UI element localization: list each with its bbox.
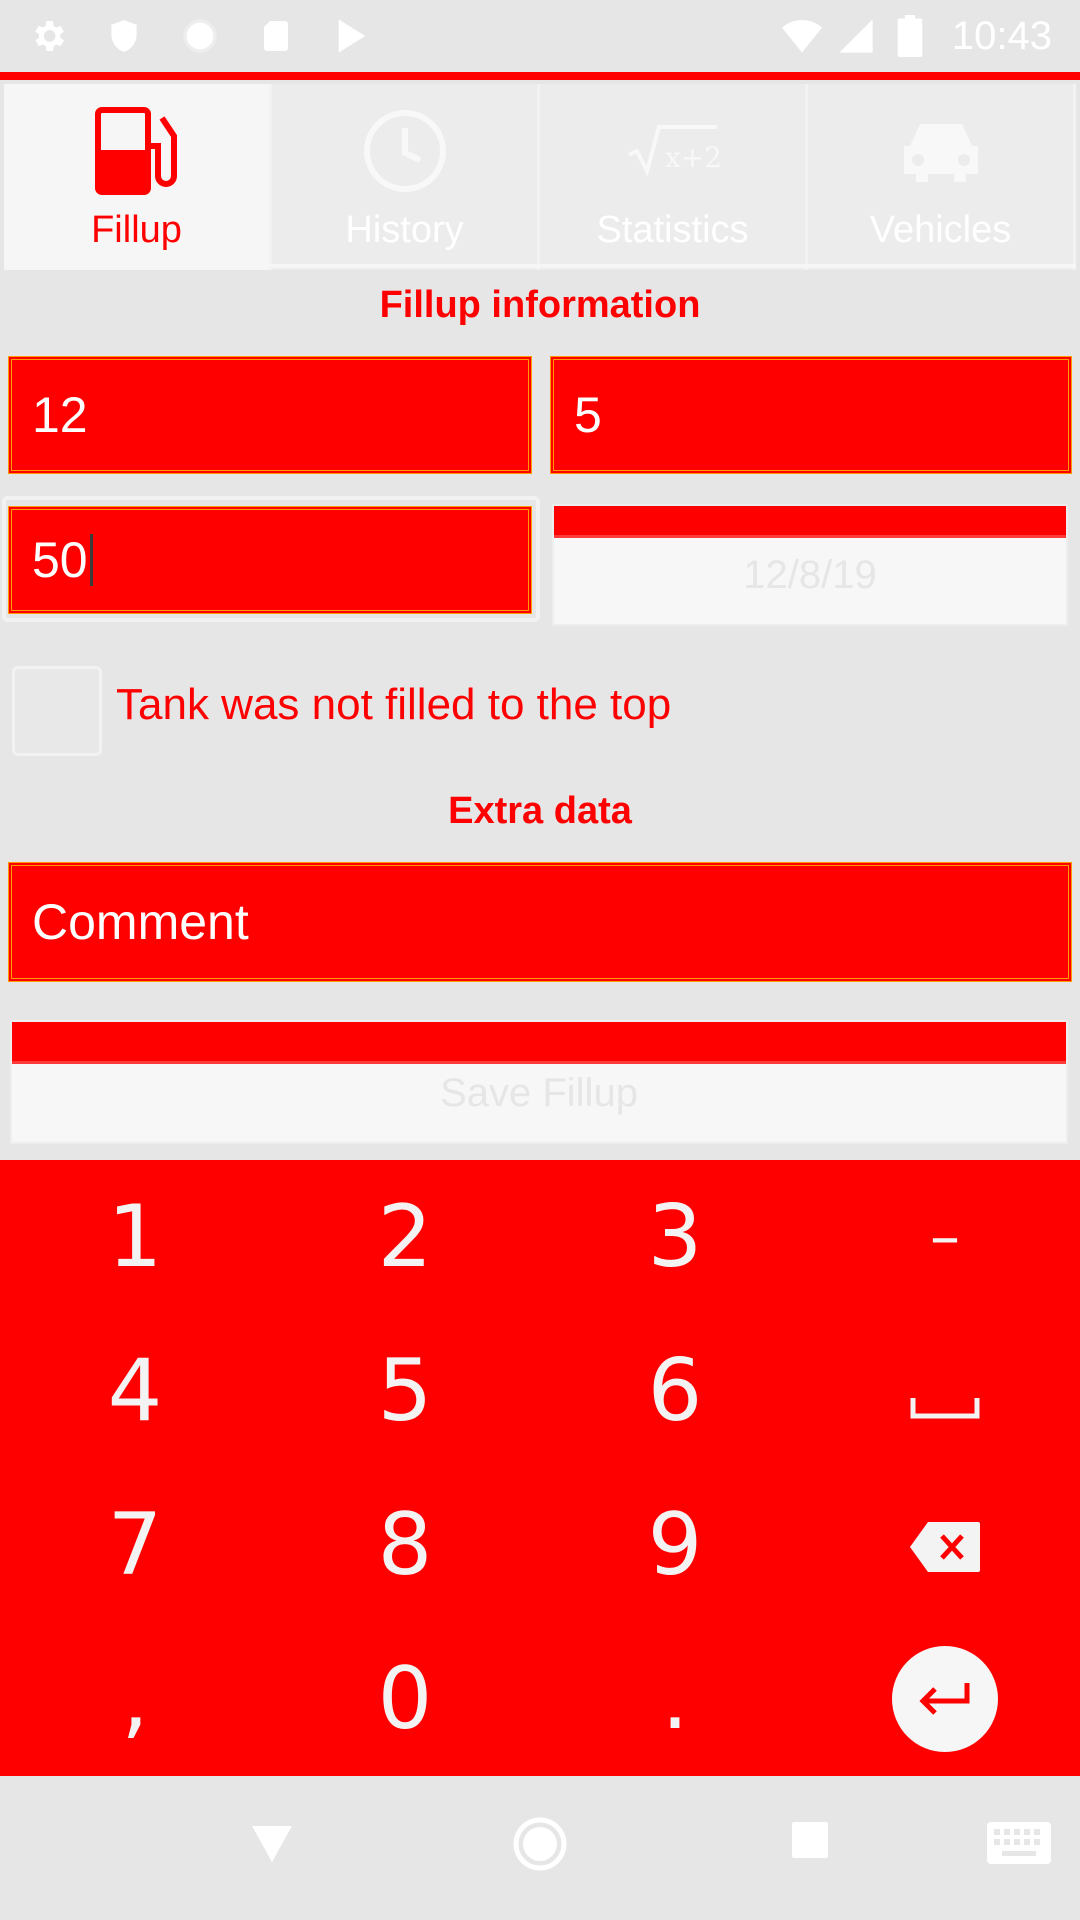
wifi-icon (781, 16, 822, 56)
home-nav-icon[interactable] (512, 1816, 568, 1872)
key-period[interactable]: . (540, 1622, 810, 1776)
key-4[interactable]: 4 (0, 1314, 270, 1468)
key-5[interactable]: 5 (270, 1314, 540, 1468)
key-minus[interactable]: – (810, 1160, 1080, 1314)
fuel-pump-icon (89, 103, 185, 199)
date-button-accent (554, 506, 1066, 538)
date-label: 12/8/19 (743, 553, 877, 597)
date-button[interactable]: 12/8/19 (552, 504, 1068, 626)
tab-history-label: History (345, 208, 464, 251)
status-time: 10:43 (951, 13, 1052, 58)
save-button-accent (12, 1022, 1066, 1064)
navigation-bar (0, 1776, 1080, 1920)
back-nav-icon[interactable] (244, 1816, 300, 1872)
key-7[interactable]: 7 (0, 1468, 270, 1622)
recents-nav-icon[interactable] (790, 1820, 830, 1860)
save-fillup-button[interactable]: Save Fillup (10, 1020, 1068, 1144)
sd-card-icon (256, 16, 296, 56)
keyboard-switch-icon[interactable] (986, 1820, 1052, 1866)
top-accent-line (0, 72, 1080, 80)
tab-bar: Fillup History x+2 Statistics Vehicles (4, 84, 1076, 270)
clock-icon (357, 103, 453, 199)
enter-arrow-icon (919, 1683, 970, 1715)
fillup-section-title: Fillup information (379, 284, 701, 326)
key-9[interactable]: 9 (540, 1468, 810, 1622)
key-8[interactable]: 8 (270, 1468, 540, 1622)
sqrt-formula-icon: x+2 (625, 103, 721, 199)
tab-fillup-label: Fillup (91, 208, 182, 251)
backspace-icon (908, 1495, 982, 1595)
gear-icon (28, 16, 68, 56)
enter-button[interactable] (892, 1646, 998, 1752)
key-space[interactable] (810, 1314, 1080, 1468)
key-2[interactable]: 2 (270, 1160, 540, 1314)
text-caret (89, 534, 93, 586)
play-store-icon (332, 16, 372, 56)
key-1[interactable]: 1 (0, 1160, 270, 1314)
comment-field[interactable]: Comment (8, 862, 1072, 982)
tab-statistics[interactable]: x+2 Statistics (540, 84, 808, 270)
tab-vehicles[interactable]: Vehicles (808, 84, 1076, 270)
distance-value: 12 (32, 387, 88, 443)
tab-vehicles-label: Vehicles (869, 208, 1012, 251)
tab-fillup[interactable]: Fillup (4, 84, 272, 270)
save-fillup-label: Save Fillup (440, 1071, 638, 1115)
key-6[interactable]: 6 (540, 1314, 810, 1468)
space-icon (910, 1341, 980, 1441)
not-full-label: Tank was not filled to the top (116, 680, 672, 729)
key-backspace[interactable] (810, 1468, 1080, 1622)
key-enter[interactable] (810, 1622, 1080, 1776)
extra-section-title: Extra data (448, 790, 632, 832)
key-0[interactable]: 0 (270, 1622, 540, 1776)
volume-field[interactable]: 5 (550, 356, 1072, 474)
volume-value: 5 (574, 387, 602, 443)
comment-placeholder: Comment (32, 894, 249, 950)
status-bar: 10:43 (0, 0, 1080, 72)
car-icon (893, 103, 989, 199)
key-comma[interactable]: , (0, 1622, 270, 1776)
tab-history[interactable]: History (272, 84, 540, 270)
not-full-checkbox[interactable] (12, 666, 102, 756)
tab-statistics-label: Statistics (596, 208, 749, 251)
distance-field[interactable]: 12 (8, 356, 532, 474)
signal-icon (836, 16, 876, 56)
shield-icon (104, 16, 144, 56)
circle-icon (180, 16, 220, 56)
price-field[interactable]: 50 (8, 506, 532, 614)
price-value: 50 (32, 532, 88, 588)
svg-text:x+2: x+2 (665, 141, 721, 174)
numeric-keypad: 1 2 3 – 4 5 6 7 8 9 , 0 . (0, 1160, 1080, 1776)
tab-divider (270, 264, 1076, 268)
battery-icon (890, 15, 930, 57)
key-3[interactable]: 3 (540, 1160, 810, 1314)
